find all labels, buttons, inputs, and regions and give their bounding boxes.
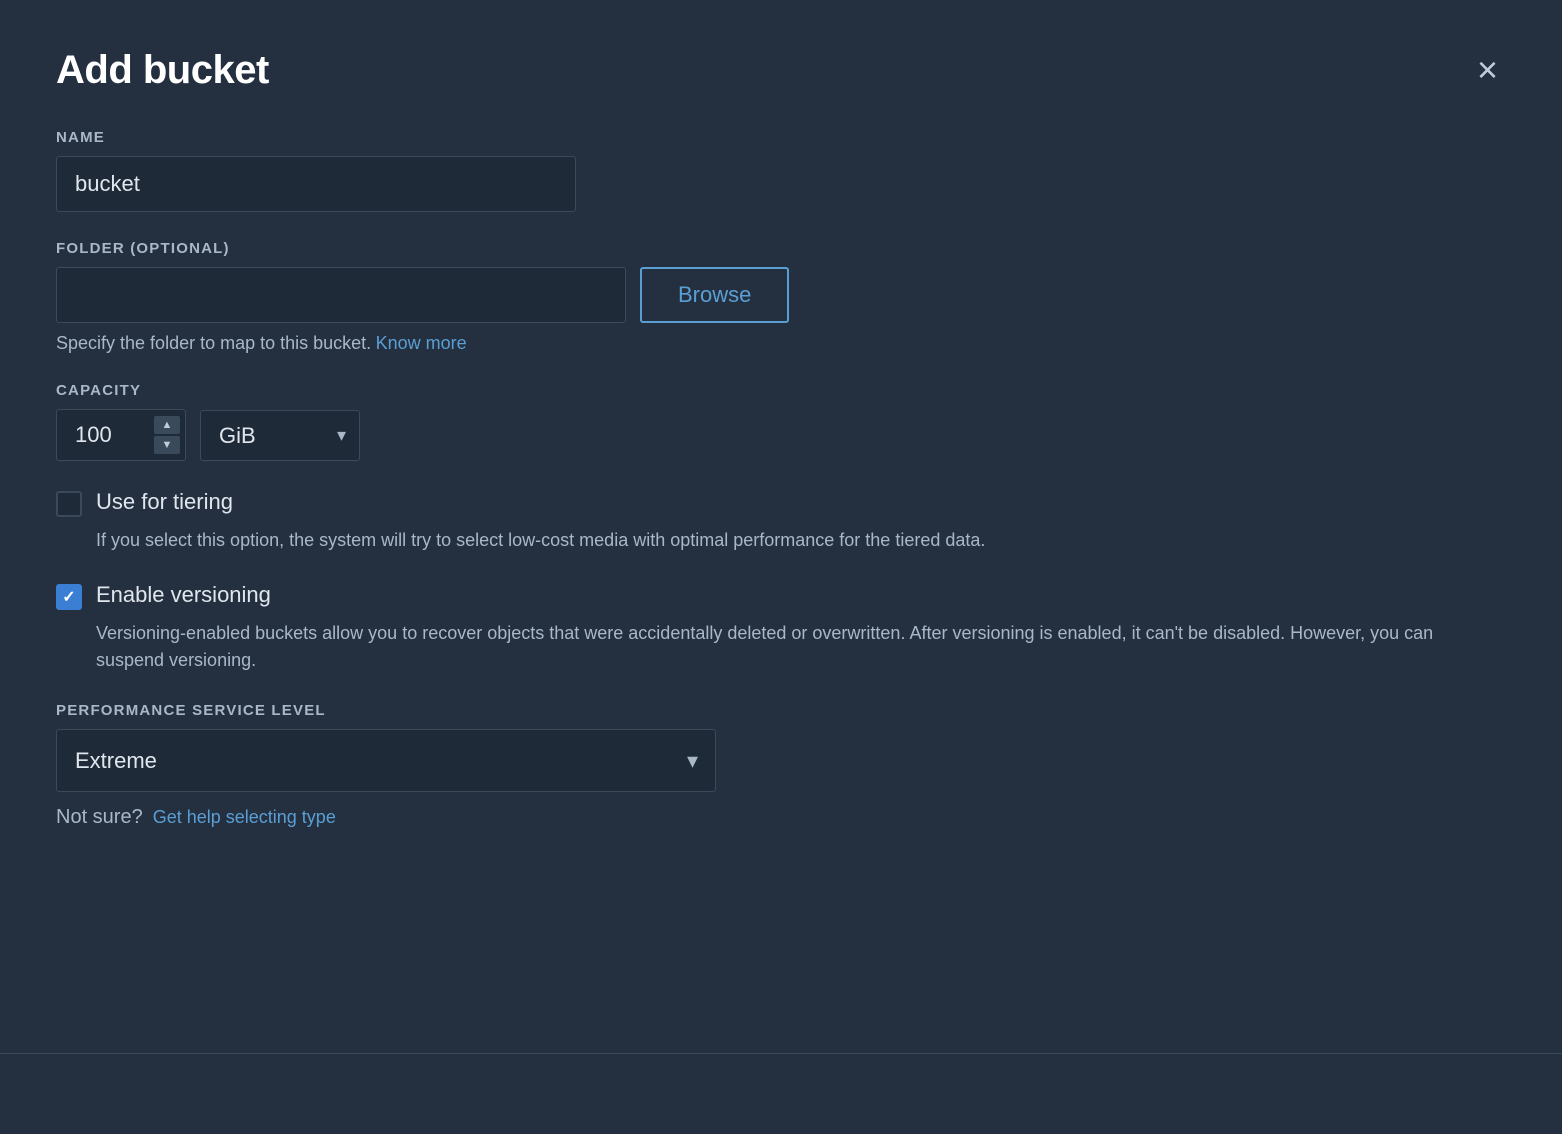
tiering-checkbox[interactable]: [56, 491, 82, 517]
versioning-checkbox-wrapper: ✓: [56, 584, 82, 610]
close-button[interactable]: ×: [1469, 48, 1506, 92]
tiering-description: If you select this option, the system wi…: [96, 527, 1506, 554]
capacity-section: CAPACITY ▲ ▼ GiB TiB PiB ▾: [56, 382, 1506, 461]
folder-section: FOLDER (OPTIONAL) Browse Specify the fol…: [56, 240, 1506, 354]
tiering-label[interactable]: Use for tiering: [96, 489, 233, 515]
checkmark-icon: ✓: [62, 587, 75, 607]
performance-section: PERFORMANCE SERVICE LEVEL Extreme Perfor…: [56, 702, 1506, 829]
tiering-section: Use for tiering If you select this optio…: [56, 489, 1506, 554]
versioning-label[interactable]: Enable versioning: [96, 582, 271, 608]
browse-button[interactable]: Browse: [640, 267, 789, 323]
tiering-checkbox-wrapper: [56, 491, 82, 517]
unit-select[interactable]: GiB TiB PiB: [200, 410, 360, 461]
know-more-link[interactable]: Know more: [376, 333, 467, 353]
folder-label: FOLDER (OPTIONAL): [56, 240, 1506, 257]
performance-select-wrapper: Extreme Performance Standard Economy ▾: [56, 729, 716, 792]
folder-helper-text: Specify the folder to map to this bucket…: [56, 333, 371, 353]
folder-row: Browse: [56, 267, 1506, 323]
not-sure-row: Not sure? Get help selecting type: [56, 806, 1506, 829]
capacity-decrement-button[interactable]: ▼: [154, 436, 180, 454]
performance-label: PERFORMANCE SERVICE LEVEL: [56, 702, 1506, 719]
performance-select[interactable]: Extreme Performance Standard Economy: [56, 729, 716, 792]
name-input[interactable]: [56, 156, 576, 212]
dialog-header: Add bucket ×: [56, 48, 1506, 93]
tiering-checkbox-row: Use for tiering: [56, 489, 1506, 517]
add-bucket-dialog: Add bucket × NAME FOLDER (OPTIONAL) Brow…: [0, 0, 1562, 1134]
capacity-input-wrapper: ▲ ▼: [56, 409, 186, 461]
not-sure-text: Not sure?: [56, 806, 143, 829]
capacity-label: CAPACITY: [56, 382, 1506, 399]
name-section: NAME: [56, 129, 1506, 212]
unit-select-wrapper: GiB TiB PiB ▾: [200, 410, 360, 461]
versioning-checkbox[interactable]: ✓: [56, 584, 82, 610]
capacity-spinners: ▲ ▼: [154, 416, 180, 454]
folder-helper: Specify the folder to map to this bucket…: [56, 333, 1506, 354]
dialog-title: Add bucket: [56, 48, 269, 93]
get-help-link[interactable]: Get help selecting type: [153, 807, 336, 828]
versioning-section: ✓ Enable versioning Versioning-enabled b…: [56, 582, 1506, 674]
capacity-increment-button[interactable]: ▲: [154, 416, 180, 434]
bottom-divider: [0, 1053, 1562, 1054]
versioning-checkbox-row: ✓ Enable versioning: [56, 582, 1506, 610]
capacity-row: ▲ ▼ GiB TiB PiB ▾: [56, 409, 1506, 461]
name-label: NAME: [56, 129, 1506, 146]
folder-input[interactable]: [56, 267, 626, 323]
versioning-description: Versioning-enabled buckets allow you to …: [96, 620, 1506, 674]
